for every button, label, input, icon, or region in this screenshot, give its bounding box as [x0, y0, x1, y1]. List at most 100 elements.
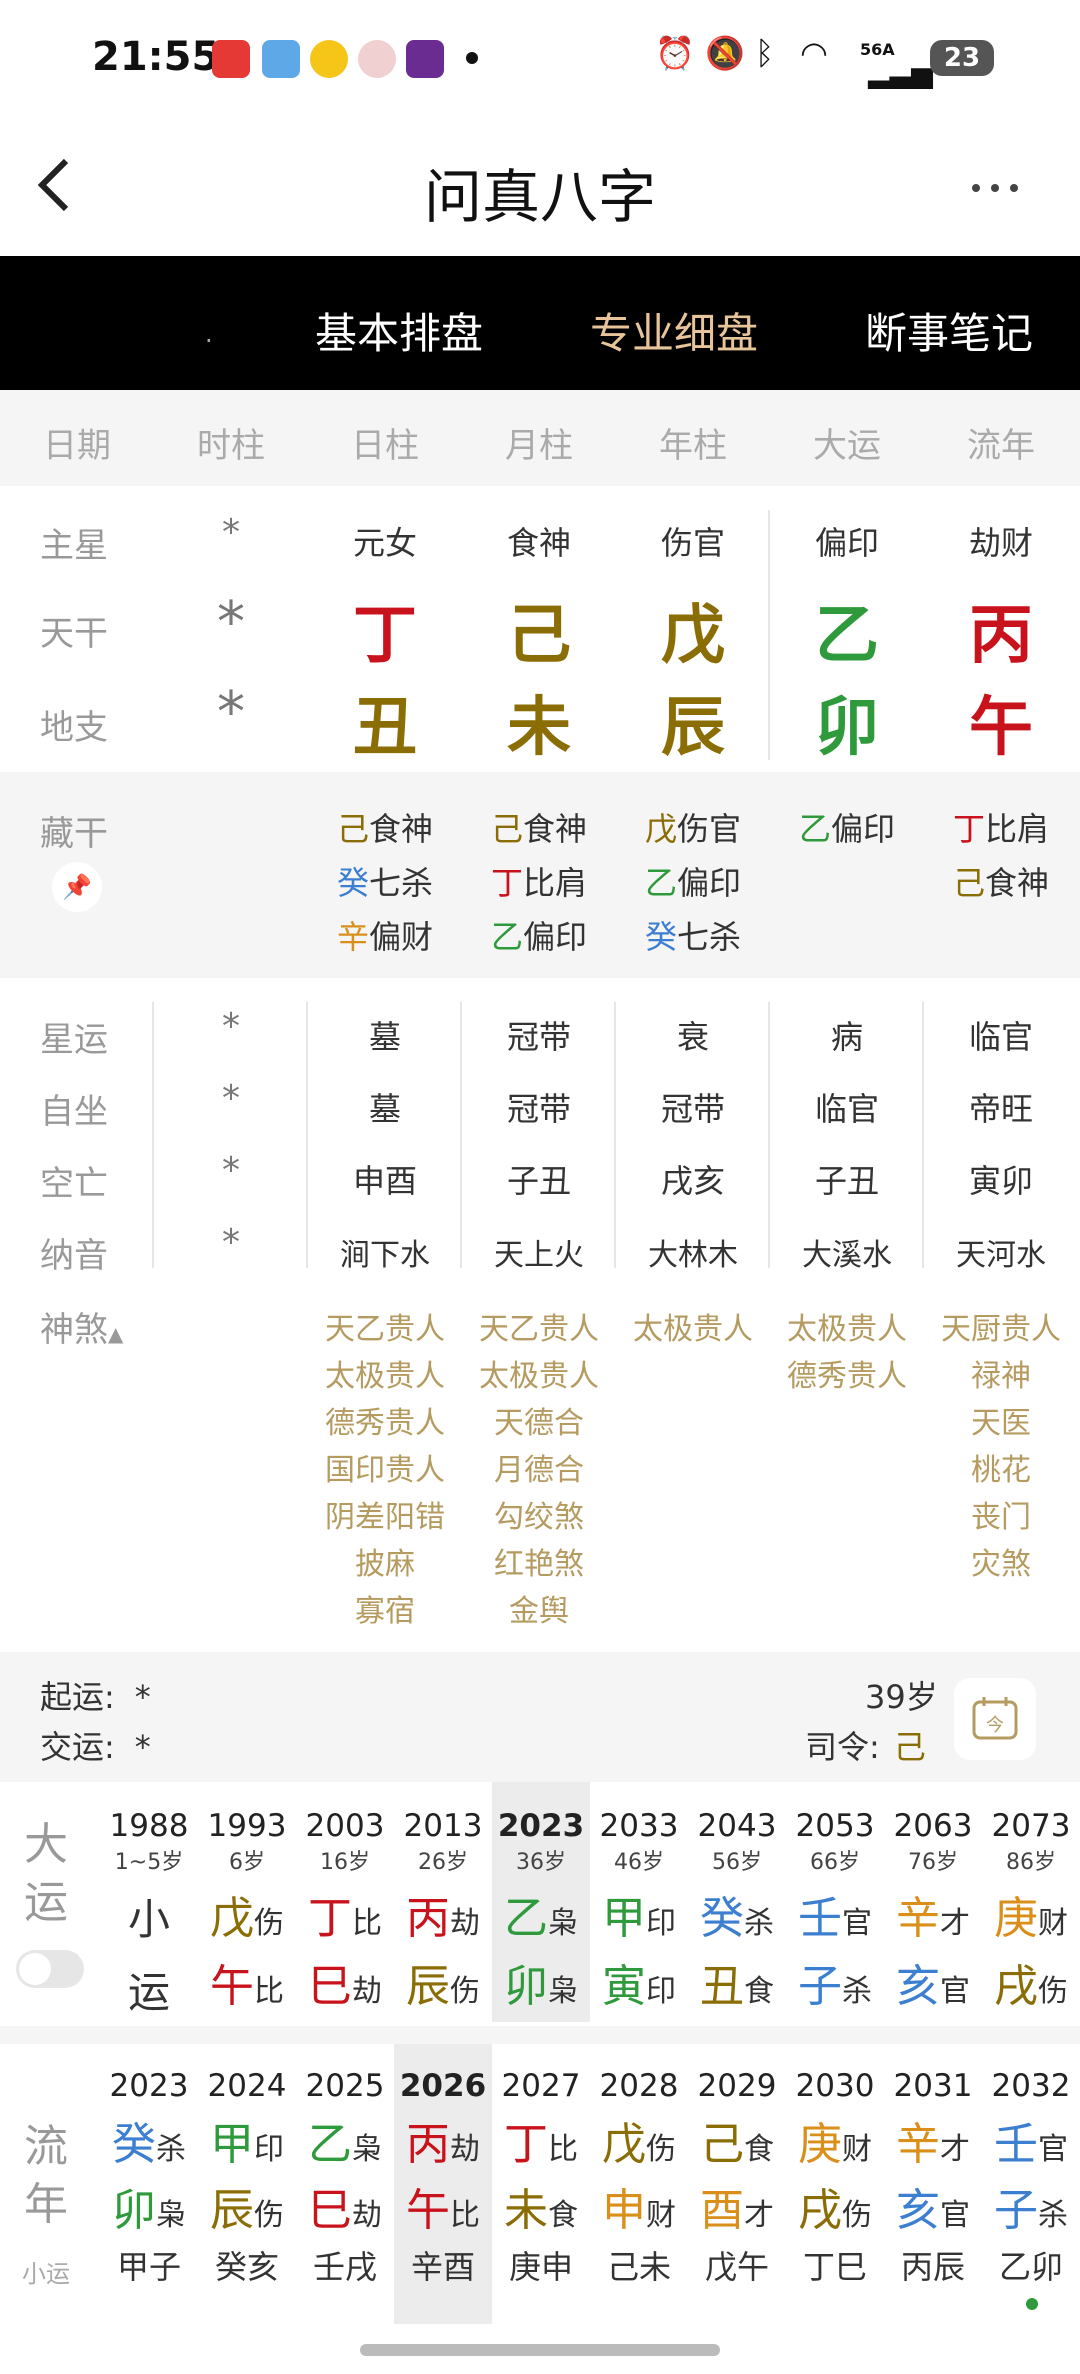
liunian-zhi-shishen: 伤	[254, 2198, 284, 2233]
shensha-item: 灾煞	[971, 1547, 1031, 1582]
dayun-gan: 乙	[504, 1893, 548, 1944]
shensha-item: 阴差阳错	[325, 1500, 445, 1535]
shensha-item: 天德合	[494, 1406, 584, 1441]
dayun-zhi-shishen: 食	[744, 1974, 774, 2009]
dayun-gan-shishen: 财	[1038, 1906, 1068, 1941]
shensha-item: 禄神	[971, 1359, 1031, 1394]
dayun-toggle[interactable]	[16, 1950, 84, 1988]
col-dayun: 大运	[813, 426, 881, 466]
col-day-pillar: 日柱	[351, 426, 419, 466]
shensha-item: 太极贵人	[633, 1312, 753, 1347]
dayun-gan: 辛	[896, 1893, 940, 1944]
dayun-gan: 甲	[602, 1893, 646, 1944]
qiyun-line: 起运: *	[40, 1678, 151, 1716]
liunian-zhi-shishen: 官	[940, 2198, 970, 2233]
dayun-column[interactable]: 2053 66岁 壬官 子杀	[786, 1808, 884, 2014]
dayun-label-top: 大	[24, 1819, 68, 1870]
shensha-item: 勾绞煞	[494, 1500, 584, 1535]
dayun-column[interactable]: 2013 26岁 丙劫 辰伤	[394, 1808, 492, 2014]
dayun-zhi: 亥	[896, 1961, 940, 2012]
liunian-gan-shishen: 印	[254, 2132, 284, 2167]
row-label-kongwang: 空亡	[40, 1164, 108, 1204]
shensha-toggle[interactable]: 神煞▲	[40, 1302, 123, 1351]
liunian-column[interactable]: 2029 己食 酉才 戊午	[688, 2068, 786, 2288]
liunian-gan-shishen: 财	[842, 2132, 872, 2167]
liunian-year: 2026	[399, 2068, 487, 2104]
tab-professional-chart[interactable]: 专业细盘	[590, 300, 758, 361]
dayun-column[interactable]: 2043 56岁 癸杀 丑食	[688, 1808, 786, 2014]
dayun-column[interactable]: 2063 76岁 辛才 亥官	[884, 1808, 982, 2014]
canggan-item: 己食神	[952, 864, 1050, 902]
divider	[768, 1002, 770, 1268]
dayun-column[interactable]: 2073 86岁 庚财 戌伤	[982, 1808, 1080, 2014]
status-bar: 21:55 ⏰ 🔕 ᛒ ◠ 56A ▂▃▅ 23	[0, 0, 1080, 120]
dayun-zhi: 丑	[700, 1961, 744, 2012]
liunian-gan-shishen: 杀	[156, 2132, 186, 2167]
shensha-col-month: 天乙贵人 太极贵人 天德合 月德合 勾绞煞 红艳煞 金舆	[464, 1304, 614, 1633]
dayun-column[interactable]: 1993 6岁 戊伤 午比	[198, 1808, 296, 2014]
dayun-gan: 丙	[406, 1893, 450, 1944]
liunian-zhi: 子	[994, 2185, 1038, 2236]
shensha-col-day: 天乙贵人 太极贵人 德秀贵人 国印贵人 阴差阳错 披麻 寡宿	[310, 1304, 460, 1633]
dayun-age: 1~5岁	[114, 1850, 184, 1875]
liunian-zhi: 酉	[700, 2185, 744, 2236]
dayun-gan: 庚	[994, 1893, 1038, 1944]
row-label-tiangan: 天干	[40, 614, 108, 654]
liunian-column[interactable]: 2024 甲印 辰伤 癸亥	[198, 2068, 296, 2288]
liunian-xiaoyun: 乙卯	[998, 2248, 1063, 2286]
canggan-item: 丁比肩	[490, 864, 588, 902]
shensha-item: 德秀贵人	[325, 1406, 445, 1441]
liunian-year: 2029	[697, 2068, 777, 2104]
dayun-gan: 小	[127, 1895, 170, 1944]
weibo-app-icon	[310, 40, 348, 78]
shensha-item: 丧门	[971, 1500, 1031, 1535]
tab-dot[interactable]: .	[205, 320, 213, 348]
tab-notes[interactable]: 断事笔记	[865, 300, 1033, 361]
dayun-gan-shishen: 杀	[744, 1906, 774, 1941]
liunian-zhi-shishen: 杀	[1038, 2198, 1068, 2233]
dayun-column[interactable]: 2033 46岁 甲印 寅印	[590, 1808, 688, 2014]
pin-icon[interactable]: 📌	[52, 862, 102, 912]
dayun-column[interactable]: 2003 16岁 丁比 巳劫	[296, 1808, 394, 2014]
liunian-column[interactable]: 2032 壬官 子杀 乙卯	[982, 2068, 1080, 2288]
home-indicator[interactable]	[360, 2344, 720, 2356]
more-options-button[interactable]	[970, 155, 1020, 209]
main-star-year: 伤官	[660, 524, 725, 562]
dayun-column[interactable]: 1988 1~5岁 小 运	[100, 1808, 198, 2020]
liunian-xiaoyun: 辛酉	[410, 2248, 475, 2286]
liunian-column[interactable]: 2023 癸杀 卯枭 甲子	[100, 2068, 198, 2288]
dayun-year: 2073	[991, 1808, 1071, 1844]
canggan-item: 己食神	[336, 810, 434, 848]
liunian-column[interactable]: 2025 乙枭 巳劫 壬戌	[296, 2068, 394, 2288]
liunian-column[interactable]: 2030 庚财 戌伤 丁巳	[786, 2068, 884, 2288]
dayun-gan-shishen: 枭	[548, 1906, 578, 1941]
tab-basic-chart[interactable]: 基本排盘	[315, 300, 483, 361]
col-liunian: 流年	[967, 426, 1035, 466]
liunian-xiaoyun: 丁巳	[802, 2248, 867, 2286]
shensha-item: 天医	[971, 1406, 1031, 1441]
dayun-column-current[interactable]: 2023 36岁 乙枭 卯枭	[492, 1808, 590, 2014]
col-hour-pillar: 时柱	[197, 426, 265, 466]
liunian-zhi: 申	[602, 2185, 646, 2236]
calendar-button[interactable]: 今	[954, 1678, 1036, 1760]
shensha-label: 神煞	[40, 1310, 108, 1350]
dizhi-hour: *	[217, 680, 245, 745]
liunian-label-top: 流	[24, 2121, 68, 2172]
more-notifications-dot-icon	[466, 52, 478, 64]
dizhi-day: 丑	[353, 691, 417, 765]
dayun-year: 2053	[795, 1808, 875, 1844]
liunian-column[interactable]: 2027 丁比 未食 庚申	[492, 2068, 590, 2288]
liunian-column-current[interactable]: 2026 丙劫 午比 辛酉	[394, 2068, 492, 2288]
dayun-gan: 壬	[798, 1893, 842, 1944]
tiangan-hour: *	[217, 590, 245, 655]
liunian-column[interactable]: 2031 辛才 亥官 丙辰	[884, 2068, 982, 2288]
dayun-gan: 癸	[700, 1893, 744, 1944]
liunian-gan: 癸	[112, 2119, 156, 2170]
liunian-year: 2027	[501, 2068, 581, 2104]
xingyun-day: 墓	[368, 1018, 401, 1056]
liunian-column[interactable]: 2028 戊伤 申财 己未	[590, 2068, 688, 2288]
col-year-pillar: 年柱	[659, 426, 727, 466]
zizuo-month: 冠带	[506, 1090, 571, 1128]
dayun-zhi-shishen: 官	[940, 1974, 970, 2009]
nayin-year: 大林木	[648, 1238, 738, 1273]
